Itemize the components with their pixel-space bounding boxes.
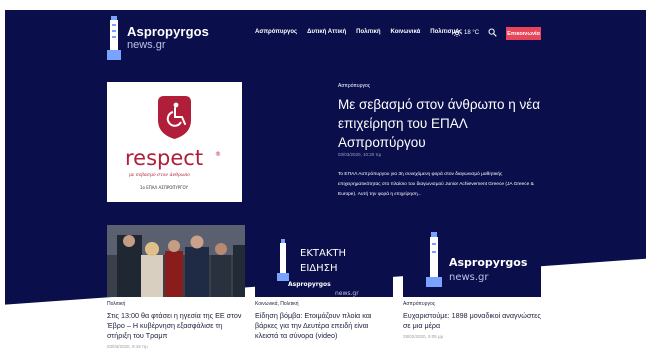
brand-line2: news.gr [449, 272, 489, 283]
weather-widget: 18 °C [453, 29, 479, 37]
article-card[interactable]: ΕΚΤΑΚΤΗ ΕΙΔΗΣΗ Aspropyrgos news.gr Κοινω… [255, 225, 393, 341]
respect-logo: respect ® με σεβασμό στον άνθρωπο 1ο ΕΠΑ… [107, 82, 242, 202]
page: Aspropyrgos news.gr Ασπρόπυργος Δυτική Α… [0, 0, 656, 360]
article-title[interactable]: Είδηση βόμβα: Ετοιμάζουν πλοία και βάρκε… [255, 311, 393, 341]
frame-right [646, 0, 656, 360]
photo-placeholder [107, 225, 245, 297]
logo-name: Aspropyrgos [127, 23, 210, 39]
search-icon[interactable] [488, 28, 497, 37]
nav-item-dytiki-attiki[interactable]: Δυτική Αττική [307, 29, 346, 35]
article-image[interactable]: ΕΚΤΑΚΤΗ ΕΙΔΗΣΗ Aspropyrgos news.gr [255, 225, 393, 297]
sun-icon [453, 29, 461, 37]
hero-image[interactable]: respect ® με σεβασμό στον άνθρωπο 1ο ΕΠΑ… [107, 82, 242, 202]
article-title[interactable]: Ευχαριστούμε: 1898 μοναδικοί αναγνώστες … [403, 311, 541, 331]
breaking-brand1: Aspropyrgos [288, 281, 331, 288]
breaking-line2: ΕΙΔΗΣΗ [300, 263, 337, 274]
hero-date: 03/03/2020, 10:20 πμ [338, 152, 382, 157]
breaking-brand2: news.gr [335, 290, 359, 297]
weather-temp: 18 °C [464, 30, 480, 36]
respect-word: respect [125, 146, 203, 170]
respect-tagline: με σεβασμό στον άνθρωπο [129, 171, 190, 178]
breaking-news-image: ΕΚΤΑΚΤΗ ΕΙΔΗΣΗ Aspropyrgos news.gr [255, 225, 393, 297]
tower-icon [107, 15, 121, 60]
article-title[interactable]: Στις 13:00 θα φτάσει η ηγεσία της ΕΕ στο… [107, 311, 245, 341]
nav-item-aspropyrgos[interactable]: Ασπρόπυργος [255, 29, 297, 35]
article-category[interactable]: Κοινωνικά, Πολιτική [255, 301, 393, 307]
nav-item-politiki[interactable]: Πολιτική [356, 29, 380, 35]
brand-image: Aspropyrgos news.gr [403, 225, 541, 297]
brand-line1: Aspropyrgos [449, 256, 528, 269]
nav-item-koinonika[interactable]: Κοινωνικά [391, 29, 421, 35]
hero-excerpt: Το ΕΠΑΛ Ασπρόπυργου για 3η συνεχόμενη φο… [338, 172, 534, 197]
hero-category[interactable]: Ασπρόπυργος [338, 83, 370, 89]
breaking-line1: ΕΚΤΑΚΤΗ [300, 248, 346, 259]
site-logo[interactable]: Aspropyrgos news.gr [107, 15, 217, 60]
main-nav: Ασπρόπυργος Δυτική Αττική Πολιτική Κοινω… [255, 29, 472, 35]
article-card[interactable]: Aspropyrgos news.gr Ασπρόπυργος Ευχαριστ… [403, 225, 541, 339]
article-card[interactable]: Πολιτική Στις 13:00 θα φτάσει η ηγεσία τ… [107, 225, 245, 349]
hero-title[interactable]: Με σεβασμό στον άνθρωπο η νέα επιχείρηση… [338, 95, 543, 152]
article-date: 28/02/2020, 9:05 μμ [403, 334, 444, 339]
article-date: 03/03/2020, 9:16 πμ [107, 344, 148, 349]
frame-top [0, 0, 656, 10]
article-category[interactable]: Ασπρόπυργος [403, 301, 541, 307]
frame-left [0, 0, 5, 360]
article-image[interactable] [107, 225, 245, 297]
article-category[interactable]: Πολιτική [107, 301, 245, 307]
logo-domain: news.gr [127, 38, 166, 51]
article-image[interactable]: Aspropyrgos news.gr [403, 225, 541, 297]
contact-button[interactable]: Επικοινωνία [506, 27, 541, 40]
respect-school: 1ο ΕΠΑΛ ΑΣΠΡΟΠΥΡΓΟΥ [140, 185, 189, 190]
registered-mark: ® [215, 151, 221, 158]
